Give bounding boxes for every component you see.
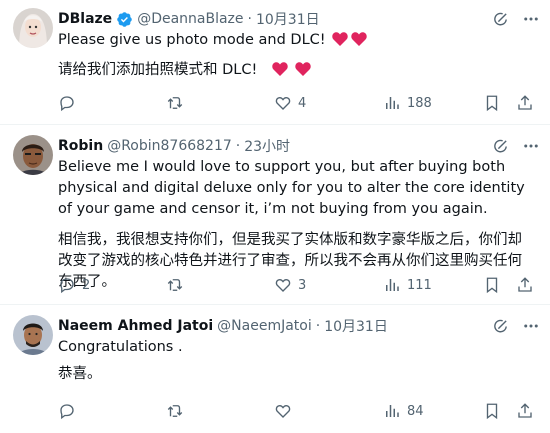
bookmark-icon	[486, 277, 498, 294]
grok-icon[interactable]	[490, 9, 510, 29]
more-icon[interactable]	[520, 136, 542, 156]
red-heart-emoji	[332, 31, 368, 54]
share-button[interactable]	[516, 401, 534, 421]
tweet-header: Robin @Robin87668217 · 23小时	[58, 136, 290, 156]
share-icon	[518, 277, 532, 292]
separator-dot: ·	[235, 138, 241, 154]
tweet-text: Please give us photo mode and DLC! 请给我们添…	[58, 30, 533, 84]
retweet-icon	[167, 97, 183, 109]
tweet-robin[interactable]: Robin @Robin87668217 · 23小时 Believe me I…	[0, 125, 550, 304]
grok-icon[interactable]	[490, 136, 510, 156]
views-button[interactable]: 84	[383, 401, 424, 421]
view-count: 111	[407, 277, 432, 293]
tweet-text: Believe me I would love to support you, …	[58, 157, 533, 293]
reply-count: 2	[82, 277, 91, 293]
views-icon	[386, 97, 399, 109]
more-icon[interactable]	[520, 316, 542, 336]
display-name[interactable]: Naeem Ahmed Jatoi	[58, 318, 213, 334]
tweet-header: Naeem Ahmed Jatoi @NaeemJatoi · 10月31日	[58, 316, 388, 336]
share-icon	[518, 403, 532, 418]
reply-icon	[60, 278, 74, 294]
reply-icon	[60, 96, 74, 112]
retweet-icon	[167, 405, 183, 417]
tweet-naeem[interactable]: Naeem Ahmed Jatoi @NaeemJatoi · 10月31日 C…	[0, 305, 550, 433]
red-heart-emoji	[272, 61, 312, 84]
tweet-header: DBlaze @DeannaBlaze · 10月31日	[58, 9, 320, 29]
avatar[interactable]	[13, 135, 53, 175]
timestamp[interactable]: 10月31日	[256, 9, 320, 29]
tweet-text-translation: 恭喜。	[58, 366, 102, 382]
view-count: 84	[407, 403, 424, 419]
share-button[interactable]	[516, 275, 534, 295]
tweet-text-translation: 请给我们添加拍照模式和 DLC!	[58, 62, 258, 78]
timestamp[interactable]: 23小时	[244, 136, 290, 156]
retweet-button[interactable]	[166, 93, 190, 113]
view-count: 188	[407, 95, 432, 111]
tweet-text-line: Please give us photo mode and DLC!	[58, 32, 326, 48]
share-icon	[518, 95, 532, 110]
share-button[interactable]	[516, 93, 534, 113]
user-handle[interactable]: @DeannaBlaze	[137, 11, 243, 27]
tweet-text: Congratulations . 恭喜。	[58, 337, 533, 385]
display-name[interactable]: Robin	[58, 138, 103, 154]
reply-button[interactable]	[58, 93, 82, 113]
separator-dot: ·	[315, 318, 321, 334]
bookmark-icon	[486, 95, 498, 112]
avatar[interactable]	[13, 315, 53, 355]
like-count: 4	[298, 95, 307, 111]
views-button[interactable]: 188	[383, 93, 432, 113]
like-icon	[275, 405, 291, 418]
user-handle[interactable]: @NaeemJatoi	[217, 318, 312, 334]
like-icon	[275, 279, 291, 292]
views-icon	[386, 405, 399, 417]
reply-button[interactable]	[58, 401, 82, 421]
reply-icon	[60, 404, 74, 420]
tweet-dblaze[interactable]: DBlaze @DeannaBlaze · 10月31日 Please give…	[0, 0, 550, 124]
bookmark-button[interactable]	[483, 275, 501, 295]
bookmark-icon	[486, 403, 498, 420]
like-button[interactable]: 3	[274, 275, 306, 295]
retweet-icon	[167, 279, 183, 291]
tweet-actions: 84	[58, 401, 538, 421]
tweet-actions: 4 188	[58, 93, 538, 113]
bookmark-button[interactable]	[483, 93, 501, 113]
separator-dot: ·	[247, 11, 252, 27]
like-button[interactable]	[274, 401, 298, 421]
like-count: 3	[298, 277, 307, 293]
avatar[interactable]	[13, 8, 53, 48]
tweet-text-line: Congratulations .	[58, 339, 183, 355]
tweet-text-line: Believe me I would love to support you, …	[58, 159, 525, 217]
more-icon[interactable]	[520, 9, 542, 29]
views-icon	[386, 279, 399, 291]
views-button[interactable]: 111	[383, 275, 432, 295]
reply-button[interactable]: 2	[58, 275, 90, 295]
bookmark-button[interactable]	[483, 401, 501, 421]
display-name[interactable]: DBlaze	[58, 11, 112, 27]
like-button[interactable]: 4	[274, 93, 306, 113]
verified-icon	[116, 11, 133, 28]
retweet-button[interactable]	[166, 401, 190, 421]
retweet-button[interactable]	[166, 275, 190, 295]
tweet-actions: 2 3 111	[58, 275, 538, 295]
like-icon	[275, 97, 291, 110]
user-handle[interactable]: @Robin87668217	[107, 138, 232, 154]
grok-icon[interactable]	[490, 316, 510, 336]
timestamp[interactable]: 10月31日	[324, 316, 388, 336]
